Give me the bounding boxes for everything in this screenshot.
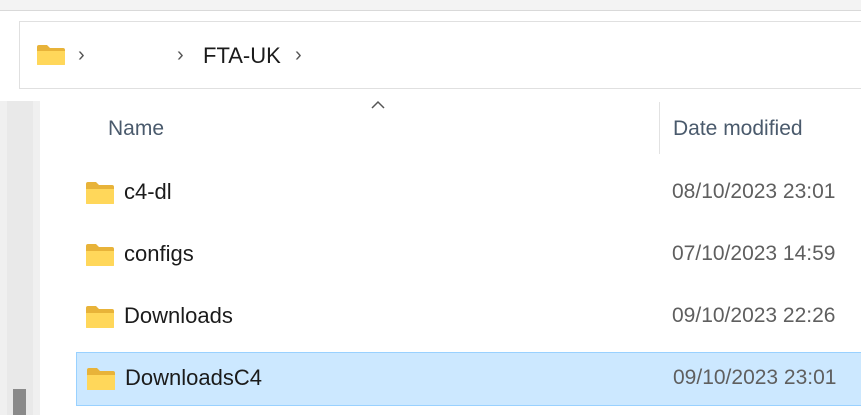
- breadcrumb-separator-icon[interactable]: ›: [295, 44, 302, 66]
- column-divider[interactable]: [659, 102, 660, 154]
- breadcrumb-separator-icon[interactable]: ›: [177, 44, 184, 66]
- navigation-pane[interactable]: [0, 101, 40, 415]
- file-name: DownloadsC4: [125, 365, 262, 390]
- folder-icon: [37, 45, 65, 65]
- file-row-configs[interactable]: configs 07/10/2023 14:59: [76, 229, 861, 283]
- folder-icon: [86, 306, 114, 328]
- file-date-modified: 08/10/2023 23:01: [672, 180, 836, 203]
- breadcrumb-separator-icon[interactable]: ›: [78, 44, 85, 66]
- folder-icon: [87, 368, 115, 390]
- file-name: Downloads: [124, 303, 233, 328]
- address-bar[interactable]: › › FTA-UK ›: [19, 21, 861, 89]
- column-header-name[interactable]: Name: [108, 117, 164, 141]
- file-date-modified: 09/10/2023 22:26: [672, 304, 836, 327]
- folder-icon: [86, 244, 114, 266]
- file-name: c4-dl: [124, 179, 172, 204]
- file-date-modified: 09/10/2023 23:01: [673, 366, 837, 389]
- file-name: configs: [124, 241, 194, 266]
- breadcrumb-item-fta-uk[interactable]: FTA-UK: [203, 43, 281, 69]
- file-row-c4-dl[interactable]: c4-dl 08/10/2023 23:01: [76, 167, 861, 221]
- window-top-strip: [0, 0, 861, 11]
- column-header-date-modified[interactable]: Date modified: [673, 117, 803, 141]
- file-row-downloads[interactable]: Downloads 09/10/2023 22:26: [76, 291, 861, 345]
- file-row-downloadsc4[interactable]: DownloadsC4 09/10/2023 23:01: [76, 352, 861, 406]
- navigation-pane-scrollbar-thumb[interactable]: [13, 389, 26, 415]
- file-date-modified: 07/10/2023 14:59: [672, 242, 836, 265]
- folder-icon: [86, 182, 114, 204]
- navigation-pane-scrollbar-track[interactable]: [7, 101, 33, 415]
- sort-ascending-icon: [371, 100, 385, 109]
